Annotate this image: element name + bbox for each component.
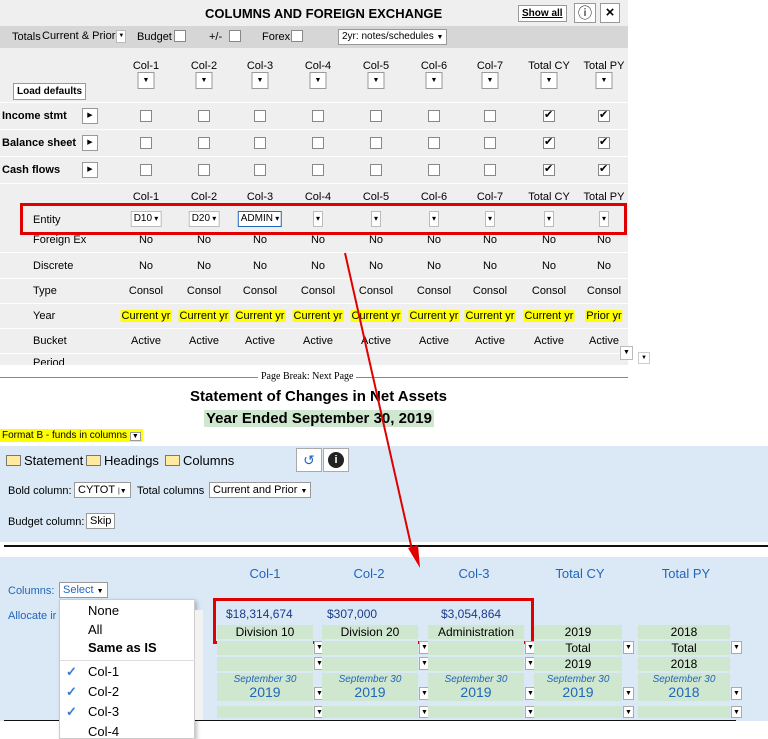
column-name-cell[interactable]: 2018 bbox=[638, 625, 730, 639]
menu-item[interactable]: Col-3 bbox=[88, 704, 119, 719]
heading-value: 2019 bbox=[564, 657, 592, 671]
column-heading-cell[interactable] bbox=[217, 641, 313, 655]
check-icon: ✓ bbox=[66, 684, 77, 699]
menu-item[interactable]: Same as IS bbox=[88, 640, 157, 655]
column-amount: $18,314,674 bbox=[226, 607, 293, 621]
period-year: 2019 bbox=[249, 684, 281, 700]
statement-column-header: Total PY bbox=[661, 566, 711, 581]
statement-column-header: Col-3 bbox=[458, 566, 490, 581]
period-year: 2019 bbox=[354, 684, 386, 700]
period-cell[interactable]: September 30 2019 bbox=[428, 673, 524, 701]
column-amount: $307,000 bbox=[327, 607, 378, 621]
menu-item[interactable]: Col-4 bbox=[88, 724, 119, 739]
blank-cell[interactable] bbox=[322, 706, 418, 718]
heading-value: 2018 bbox=[670, 657, 698, 671]
statement-column-header: Col-1 bbox=[249, 566, 281, 581]
column-name-cell[interactable]: 2019 bbox=[534, 625, 622, 639]
column-heading-cell[interactable] bbox=[322, 657, 418, 671]
period-cell[interactable]: September 30 2019 bbox=[217, 673, 313, 701]
menu-scrollbar[interactable] bbox=[195, 610, 203, 720]
chevron-down-icon[interactable]: ▼ bbox=[623, 706, 634, 718]
period-year: 2018 bbox=[668, 684, 700, 700]
chevron-down-icon[interactable]: ▼ bbox=[731, 687, 742, 700]
column-heading-cell[interactable] bbox=[428, 641, 524, 655]
blank-cell[interactable] bbox=[534, 706, 622, 718]
column-heading-cell[interactable]: Total bbox=[638, 641, 730, 655]
menu-item[interactable]: None bbox=[88, 603, 119, 618]
heading-value: Total bbox=[565, 641, 591, 655]
column-name-cell[interactable]: Division 20 bbox=[322, 625, 418, 639]
check-icon: ✓ bbox=[66, 704, 77, 719]
column-heading-cell[interactable] bbox=[322, 641, 418, 655]
column-heading-cell[interactable]: 2019 bbox=[534, 657, 622, 671]
column-heading-cell[interactable] bbox=[428, 657, 524, 671]
menu-item[interactable]: Col-1 bbox=[88, 664, 119, 679]
column-heading-cell[interactable]: 2018 bbox=[638, 657, 730, 671]
blank-cell[interactable] bbox=[638, 706, 730, 718]
menu-item[interactable]: Col-2 bbox=[88, 684, 119, 699]
heading-value: Total bbox=[671, 641, 697, 655]
check-icon: ✓ bbox=[66, 664, 77, 679]
column-name-cell[interactable]: Administration bbox=[428, 625, 524, 639]
chevron-down-icon[interactable]: ▼ bbox=[623, 641, 634, 654]
statement-column-header: Total CY bbox=[555, 566, 605, 581]
period-year: 2019 bbox=[460, 684, 492, 700]
column-name-cell[interactable]: Division 10 bbox=[217, 625, 313, 639]
column-heading-cell[interactable] bbox=[217, 657, 313, 671]
chevron-down-icon[interactable]: ▼ bbox=[623, 687, 634, 700]
column-amount: $3,054,864 bbox=[441, 607, 502, 621]
period-cell[interactable]: September 30 2018 bbox=[638, 673, 730, 701]
period-cell[interactable]: September 30 2019 bbox=[322, 673, 418, 701]
statement-column-header: Col-2 bbox=[353, 566, 385, 581]
blank-cell[interactable] bbox=[217, 706, 313, 718]
menu-item[interactable]: All bbox=[88, 622, 102, 637]
period-year: 2019 bbox=[562, 684, 594, 700]
chevron-down-icon[interactable]: ▼ bbox=[731, 641, 742, 654]
columns-dropdown-menu: None All Same as IS Col-1 ✓ Col-2 ✓ Col-3 ✓ Col-4 bbox=[59, 599, 196, 739]
column-heading-cell[interactable]: Total bbox=[534, 641, 622, 655]
menu-separator bbox=[60, 660, 196, 661]
chevron-down-icon[interactable]: ▼ bbox=[731, 706, 742, 718]
blank-cell[interactable] bbox=[428, 706, 524, 718]
period-cell[interactable]: September 30 2019 bbox=[534, 673, 622, 701]
